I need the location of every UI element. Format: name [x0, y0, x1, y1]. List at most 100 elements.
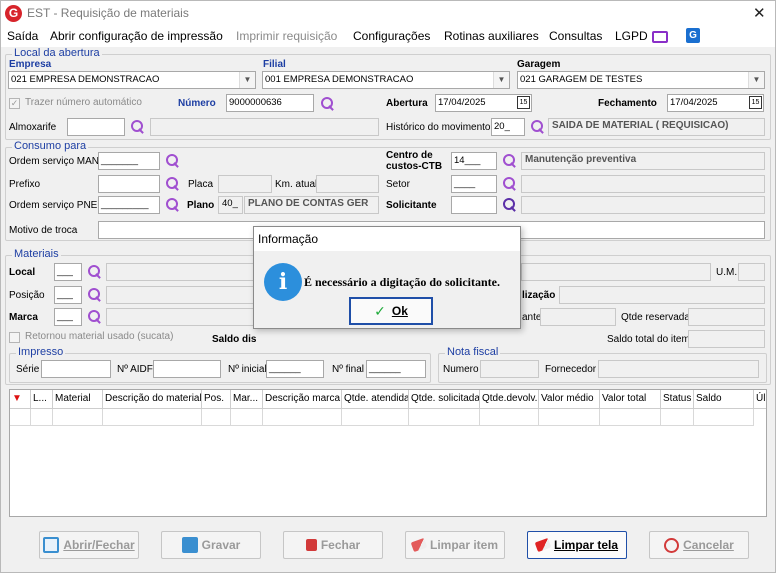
serie-label: Série	[16, 364, 40, 375]
historico-desc: SAIDA DE MATERIAL ( REQUISICAO)	[548, 118, 765, 136]
table-cell[interactable]	[31, 409, 53, 426]
search-icon[interactable]	[165, 176, 180, 191]
marca-input[interactable]: ___	[54, 308, 82, 326]
group-legend: Local da abertura	[12, 47, 102, 59]
col-header[interactable]: Mar...	[231, 390, 263, 409]
menu-rotinas[interactable]: Rotinas auxiliares	[444, 29, 539, 43]
table-cell[interactable]	[202, 409, 231, 426]
menu-saida[interactable]: Saída	[7, 29, 38, 43]
table-cell[interactable]	[480, 409, 539, 426]
fechamento-date[interactable]: 17/04/2025 15	[667, 94, 764, 112]
search-icon[interactable]	[87, 287, 102, 302]
calendar-icon: 15	[517, 96, 530, 109]
os-man-label: Ordem serviço MAN	[9, 156, 100, 167]
monitor-icon[interactable]	[652, 31, 668, 43]
fechar-button[interactable]: Fechar	[283, 531, 383, 559]
close-icon[interactable]: ✕	[753, 4, 766, 22]
empresa-combo[interactable]: 021 EMPRESA DEMONSTRACAO ▼	[8, 71, 256, 89]
col-header[interactable]: Qtde.devolv.	[480, 390, 539, 409]
search-icon[interactable]	[130, 119, 145, 134]
search-icon[interactable]	[502, 176, 517, 191]
almoxarife-desc	[150, 118, 379, 136]
search-icon[interactable]	[87, 309, 102, 324]
help-book-icon[interactable]: G	[686, 28, 700, 43]
app-icon: G	[5, 5, 22, 22]
trazer-numero-checkbox[interactable]: ✓	[9, 98, 20, 109]
sort-indicator-icon[interactable]: ▼	[10, 390, 31, 409]
cancelar-button[interactable]: Cancelar	[649, 531, 749, 559]
table-cell[interactable]	[539, 409, 600, 426]
search-icon[interactable]	[530, 119, 545, 134]
search-icon[interactable]	[320, 96, 335, 111]
col-header[interactable]: Valor total	[600, 390, 661, 409]
limpar-tela-button[interactable]: Limpar tela	[527, 531, 627, 559]
gravar-button[interactable]: Gravar	[161, 531, 261, 559]
garagem-label: Garagem	[517, 59, 561, 70]
inicial-input[interactable]: ______	[266, 360, 324, 378]
aidf-input[interactable]	[153, 360, 221, 378]
info-dialog: Informação i É necessário a digitação do…	[253, 226, 521, 329]
ok-button[interactable]: ✓ Ok	[349, 297, 433, 325]
fechamento-label: Fechamento	[598, 98, 657, 109]
prefixo-input[interactable]	[98, 175, 160, 193]
col-header[interactable]: Qtde. solicitada	[409, 390, 480, 409]
setor-input[interactable]: ____	[451, 175, 497, 193]
table-cell[interactable]	[231, 409, 263, 426]
menu-lgpd[interactable]: LGPD	[615, 29, 648, 43]
garagem-combo[interactable]: 021 GARAGEM DE TESTES ▼	[517, 71, 765, 89]
window-title: EST - Requisição de materiais	[27, 6, 189, 20]
filial-combo[interactable]: 001 EMPRESA DEMONSTRACAO ▼	[262, 71, 510, 89]
col-header[interactable]: L...	[31, 390, 53, 409]
materials-grid[interactable]: ▼ L... Material Descrição do material Po…	[9, 389, 767, 517]
group-legend: Nota fiscal	[445, 346, 501, 358]
col-header[interactable]: Valor médio	[539, 390, 600, 409]
numero-input[interactable]: 9000000636	[226, 94, 314, 112]
col-header[interactable]: Saldo	[694, 390, 754, 409]
col-header[interactable]: Qtde. atendida	[342, 390, 409, 409]
retornou-checkbox[interactable]	[9, 332, 20, 343]
placa-label: Placa	[188, 179, 214, 190]
historico-code[interactable]: 20_	[491, 118, 525, 136]
abertura-label: Abertura	[386, 98, 428, 109]
info-icon: i	[264, 263, 302, 301]
solicitante-input[interactable]	[451, 196, 497, 214]
col-header[interactable]: Material	[53, 390, 103, 409]
serie-input[interactable]	[41, 360, 111, 378]
search-icon[interactable]	[87, 264, 102, 279]
limpar-item-button[interactable]: Limpar item	[405, 531, 505, 559]
os-man-input[interactable]: _______	[98, 152, 160, 170]
final-input[interactable]: ______	[366, 360, 426, 378]
menu-abrir-config[interactable]: Abrir configuração de impressão	[50, 29, 223, 43]
centro-code[interactable]: 14___	[451, 152, 497, 170]
table-cell[interactable]	[263, 409, 342, 426]
col-header[interactable]: Pos.	[202, 390, 231, 409]
open-close-icon	[43, 537, 60, 553]
setor-label: Setor	[386, 179, 410, 190]
table-cell[interactable]	[53, 409, 103, 426]
os-pne-input[interactable]: _________	[98, 196, 160, 214]
local-input[interactable]: ___	[54, 263, 82, 281]
search-icon[interactable]	[502, 197, 517, 212]
table-cell[interactable]	[103, 409, 202, 426]
table-cell[interactable]	[661, 409, 694, 426]
table-row-indicator[interactable]	[10, 409, 31, 426]
col-header[interactable]: Descrição do material	[103, 390, 202, 409]
table-cell[interactable]	[600, 409, 661, 426]
posicao-input[interactable]: ___	[54, 286, 82, 304]
search-icon[interactable]	[165, 153, 180, 168]
table-cell[interactable]	[694, 409, 754, 426]
col-header[interactable]: Descrição marca	[263, 390, 342, 409]
search-icon[interactable]	[165, 197, 180, 212]
menu-consultas[interactable]: Consultas	[549, 29, 602, 43]
col-header[interactable]: Status	[661, 390, 694, 409]
search-icon[interactable]	[502, 153, 517, 168]
marca-label: Marca	[9, 312, 38, 323]
almoxarife-input[interactable]	[67, 118, 125, 136]
col-header[interactable]: Úl	[754, 390, 766, 409]
table-cell[interactable]	[409, 409, 480, 426]
abertura-date[interactable]: 17/04/2025 15	[435, 94, 532, 112]
abrir-fechar-button[interactable]: Abrir/Fechar	[39, 531, 139, 559]
menu-configuracoes[interactable]: Configurações	[353, 29, 430, 43]
centro-label-2: custos-CTB	[386, 161, 443, 172]
table-cell[interactable]	[342, 409, 409, 426]
